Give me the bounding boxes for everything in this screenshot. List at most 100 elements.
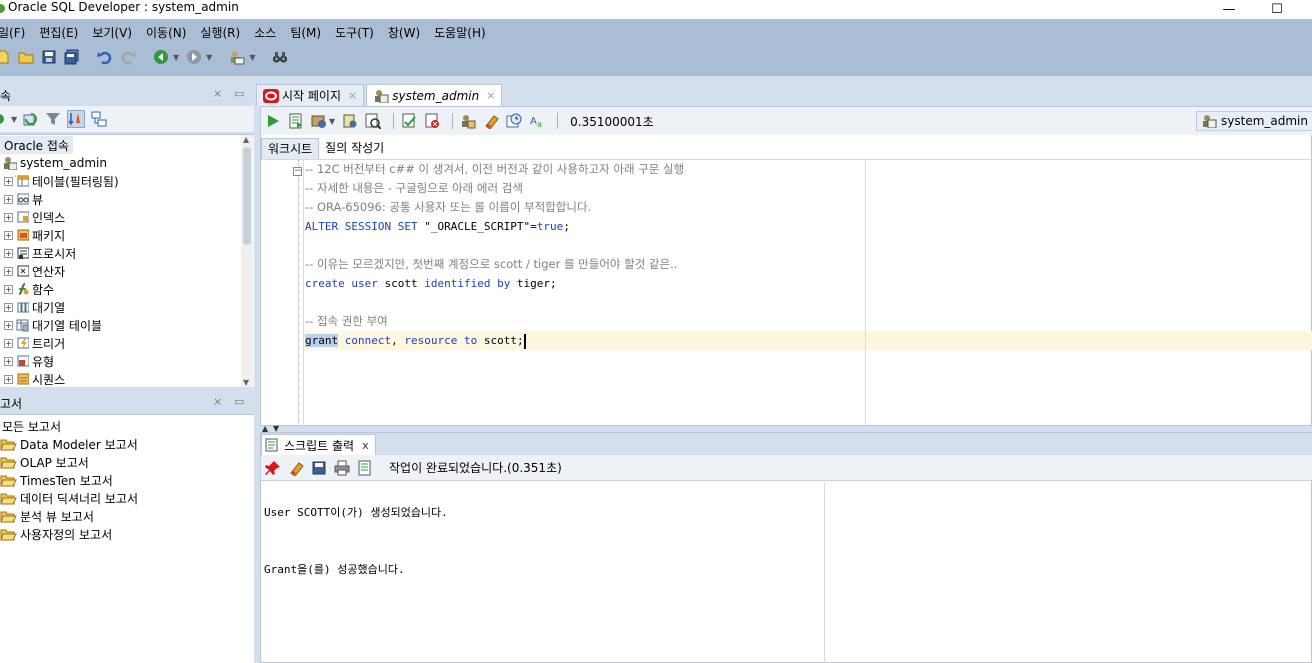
- connections-scrollbar[interactable]: ▲ ▼: [241, 135, 253, 387]
- reports-item-olap[interactable]: OLAP 보고서: [0, 453, 89, 471]
- add-connection-dropdown-icon[interactable]: ▼: [11, 115, 17, 124]
- tab-system-admin-close-icon[interactable]: ×: [486, 89, 495, 102]
- save-all-icon[interactable]: [63, 48, 81, 66]
- sql-worksheet-icon[interactable]: [228, 48, 246, 66]
- minimize-button[interactable]: —: [1214, 0, 1244, 18]
- print-icon[interactable]: [333, 459, 351, 477]
- script-output-text[interactable]: User SCOTT이(가) 생성되었습니다. Grant을(를) 성공했습니다…: [261, 482, 1312, 663]
- tree-node-indexes[interactable]: + 인덱스: [4, 208, 65, 226]
- tab-script-output-close-icon[interactable]: x: [362, 439, 369, 452]
- tree-node-procedures[interactable]: + 프로시저: [4, 244, 76, 262]
- reports-item-timesten[interactable]: TimesTen 보고서: [0, 471, 113, 489]
- forward-icon[interactable]: [185, 48, 203, 66]
- reports-item-all[interactable]: 모든 보고서: [2, 417, 61, 435]
- editor-area: 시작 페이지 × system_admin × ▼ Aa 0.35100001초…: [256, 76, 1312, 663]
- refresh-icon[interactable]: [21, 110, 39, 128]
- commit-icon[interactable]: [400, 112, 418, 130]
- reports-minimize-icon[interactable]: ▭: [234, 395, 244, 408]
- new-icon[interactable]: [0, 48, 12, 66]
- reports-item-user-defined[interactable]: 사용자정의 보고서: [0, 525, 112, 543]
- undo-icon[interactable]: [96, 48, 114, 66]
- sql-worksheet-dropdown-icon[interactable]: ▼: [249, 53, 255, 62]
- tree-node-operators[interactable]: + 연산자: [4, 262, 65, 280]
- reports-item-data-dictionary[interactable]: 데이터 딕셔너리 보고서: [0, 489, 138, 507]
- menu-navigate[interactable]: 이동(N): [139, 23, 193, 43]
- tab-script-output[interactable]: 스크립트 출력 x: [261, 434, 376, 455]
- tab-system-admin[interactable]: system_admin ×: [366, 84, 503, 106]
- sql-history-icon[interactable]: [505, 112, 523, 130]
- autotrace-icon[interactable]: [310, 112, 328, 130]
- clear-output-eraser-icon[interactable]: [287, 459, 305, 477]
- reports-item-data-modeler[interactable]: Data Modeler 보고서: [0, 435, 138, 453]
- forward-dropdown-icon[interactable]: ▼: [206, 53, 212, 62]
- save-output-icon[interactable]: [310, 459, 328, 477]
- index-icon: [15, 210, 30, 224]
- connection-tree-icon[interactable]: [90, 110, 108, 128]
- menu-bar: 일(F) 편집(E) 보기(V) 이동(N) 실행(R) 소스 팀(M) 도구(…: [0, 23, 493, 43]
- redo-icon[interactable]: [119, 48, 137, 66]
- reports-close-icon[interactable]: ×: [213, 395, 222, 408]
- save-icon[interactable]: [40, 48, 58, 66]
- run-script-icon[interactable]: [287, 112, 305, 130]
- tree-node-types[interactable]: + 유형: [4, 352, 54, 370]
- binoculars-icon[interactable]: [271, 48, 289, 66]
- output-line-1: User SCOTT이(가) 생성되었습니다.: [264, 506, 448, 519]
- subtab-worksheet[interactable]: 워크시트: [261, 138, 320, 159]
- folder-open-icon: [0, 455, 17, 469]
- tree-node-triggers[interactable]: + 트리거: [4, 334, 65, 352]
- format-case-icon[interactable]: Aa: [528, 112, 546, 130]
- menu-help[interactable]: 도움말(H): [427, 23, 493, 43]
- worksheet-subtabs: 워크시트 질의 작성기: [261, 138, 390, 159]
- menu-window[interactable]: 창(W): [381, 23, 427, 43]
- connections-close-icon[interactable]: ×: [213, 87, 222, 100]
- tree-root[interactable]: Oracle 접속: [0, 136, 73, 154]
- fold-icon[interactable]: −: [293, 167, 302, 176]
- svg-text:A: A: [530, 116, 537, 127]
- open-folder-icon[interactable]: [17, 48, 35, 66]
- menu-edit[interactable]: 편집(E): [32, 23, 85, 43]
- unshared-worksheet-icon[interactable]: [459, 112, 477, 130]
- add-connection-icon[interactable]: [0, 110, 6, 128]
- sql-editor[interactable]: − -- 12C 버전부터 c## 이 생겨서, 이전 버전과 같이 사용하고자…: [261, 159, 1312, 428]
- tree-connection[interactable]: system_admin: [3, 154, 107, 172]
- back-dropdown-icon[interactable]: ▼: [173, 53, 179, 62]
- tree-node-packages[interactable]: + 패키지: [4, 226, 65, 244]
- clear-eraser-icon[interactable]: [482, 112, 500, 130]
- tree-node-queue-tables[interactable]: + 대기열 테이블: [4, 316, 102, 334]
- menu-file[interactable]: 일(F): [0, 23, 32, 43]
- tree-root-label: Oracle 접속: [4, 138, 69, 153]
- back-icon[interactable]: [152, 48, 170, 66]
- run-statement-icon[interactable]: [264, 112, 282, 130]
- tree-node-functions[interactable]: + 함수: [4, 280, 54, 298]
- tree-node-queues[interactable]: + 대기열: [4, 298, 65, 316]
- explain-plan-icon[interactable]: [341, 112, 359, 130]
- autotrace-dropdown-icon[interactable]: ▼: [329, 117, 335, 126]
- pin-icon[interactable]: [264, 459, 282, 477]
- tree-node-tables[interactable]: + 테이블(필터링됨): [4, 172, 119, 190]
- maximize-button[interactable]: ☐: [1262, 0, 1292, 18]
- tab-start-page[interactable]: 시작 페이지 ×: [256, 84, 365, 106]
- app-icon: [0, 4, 5, 13]
- filter-icon[interactable]: [44, 110, 62, 128]
- menu-run[interactable]: 실행(R): [193, 23, 247, 43]
- connection-select[interactable]: system_admin: [1196, 111, 1312, 131]
- reports-item-analytic-view[interactable]: 분석 뷰 보고서: [0, 507, 94, 525]
- subtab-query-builder[interactable]: 질의 작성기: [319, 138, 390, 159]
- code-line-3: -- ORA-65096: 공통 사용자 또는 롤 이름이 부적합합니다.: [305, 200, 592, 214]
- menu-source[interactable]: 소스: [247, 23, 283, 43]
- rollback-icon[interactable]: [423, 112, 441, 130]
- tab-start-page-close-icon[interactable]: ×: [348, 89, 357, 102]
- menu-team[interactable]: 팀(M): [283, 23, 328, 43]
- connections-minimize-icon[interactable]: ▭: [234, 87, 244, 100]
- schema-browser-icon[interactable]: [67, 110, 86, 128]
- connections-scroll-thumb[interactable]: [243, 147, 251, 245]
- sql-tuning-icon[interactable]: [364, 112, 382, 130]
- menu-tools[interactable]: 도구(T): [328, 23, 381, 43]
- elapsed-time: 0.35100001초: [570, 114, 654, 129]
- app-chrome: 일(F) 편집(E) 보기(V) 이동(N) 실행(R) 소스 팀(M) 도구(…: [0, 19, 1312, 76]
- output-document-icon[interactable]: [356, 459, 374, 477]
- tree-node-views[interactable]: + 뷰: [4, 190, 43, 208]
- oracle-logo-icon: [263, 88, 279, 103]
- menu-view[interactable]: 보기(V): [85, 23, 139, 43]
- tree-node-sequences[interactable]: + 시퀀스: [4, 370, 65, 388]
